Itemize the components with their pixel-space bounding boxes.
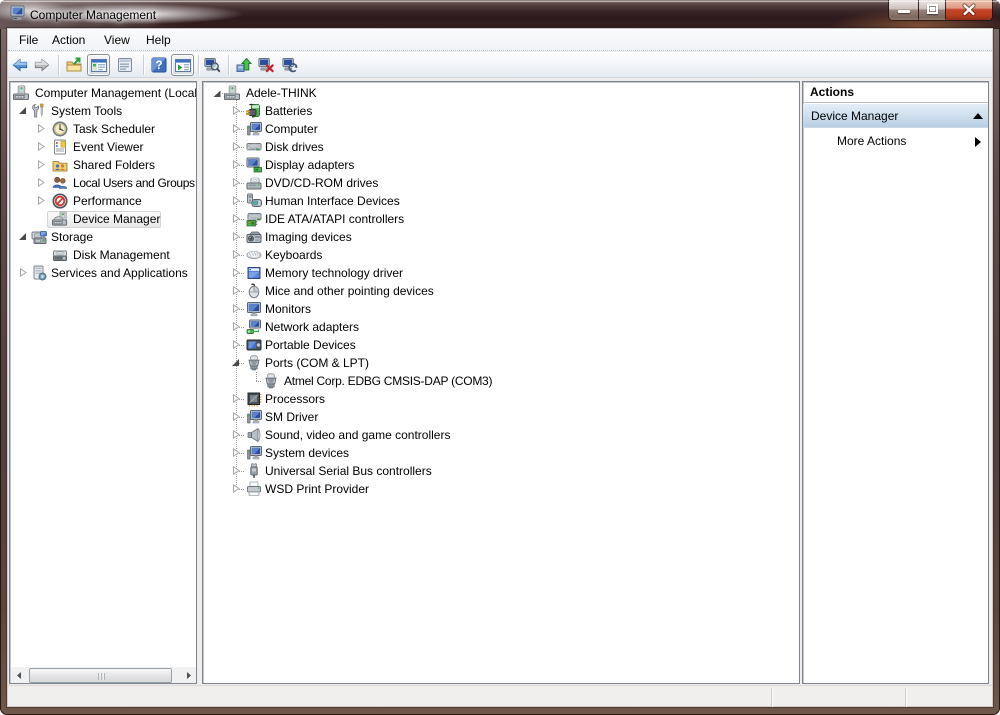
svg-text:?: ?: [155, 60, 162, 72]
